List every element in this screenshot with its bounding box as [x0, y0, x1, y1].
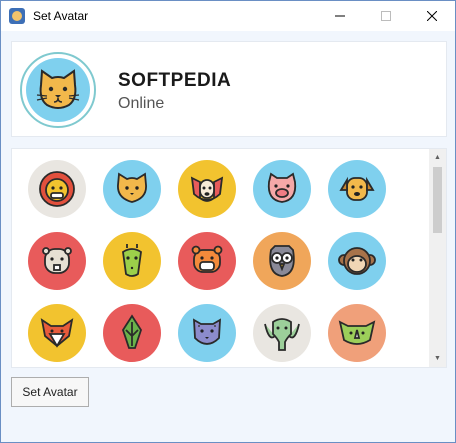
client-area: SOFTPEDIA Online ▲ ▼ Set Avatar	[1, 31, 455, 442]
avatar-option-pig[interactable]	[253, 160, 311, 218]
minimize-button[interactable]	[317, 1, 363, 31]
cat-avatar-icon	[117, 172, 147, 203]
scroll-down-icon: ▼	[434, 355, 441, 362]
set-avatar-window: Set Avatar SOFTPEDIA Online ▲ ▼ Set Avat…	[0, 0, 456, 443]
avatar-option-dog-2[interactable]	[328, 160, 386, 218]
avatar-option-giraffe[interactable]	[103, 232, 161, 290]
cat-avatar-icon	[26, 58, 90, 122]
avatar-option-dog[interactable]	[178, 160, 236, 218]
minimize-icon	[335, 15, 345, 17]
close-icon	[427, 11, 437, 21]
scroll-up-icon: ▲	[434, 154, 441, 161]
close-button[interactable]	[409, 1, 455, 31]
monkey-avatar-icon	[338, 247, 376, 275]
scroll-down-button[interactable]: ▼	[429, 350, 446, 367]
scroll-up-button[interactable]: ▲	[429, 149, 446, 166]
online-status: Online	[118, 95, 165, 112]
beaver-avatar-icon	[42, 247, 72, 274]
giraffe-avatar-icon	[122, 244, 142, 277]
username: SOFTPEDIA	[118, 70, 232, 91]
avatar-option-leopard[interactable]	[178, 304, 236, 362]
parrot-avatar-icon	[122, 314, 142, 349]
rhino-avatar-icon	[338, 320, 376, 345]
caption-buttons	[317, 1, 455, 31]
title-bar[interactable]: Set Avatar	[1, 1, 455, 31]
scroll-thumb[interactable]	[433, 167, 442, 233]
profile-card: SOFTPEDIA Online	[11, 41, 447, 137]
elephant-avatar-icon	[264, 318, 300, 351]
lion-avatar-icon	[39, 171, 75, 207]
vertical-scrollbar[interactable]: ▲ ▼	[429, 149, 446, 367]
dog-avatar-icon	[190, 176, 224, 202]
avatar-gallery[interactable]: ▲ ▼	[11, 148, 447, 368]
set-avatar-button[interactable]: Set Avatar	[11, 377, 89, 407]
avatar-app-icon	[9, 8, 25, 24]
avatar-option-owl[interactable]	[253, 232, 311, 290]
leopard-avatar-icon	[193, 318, 221, 345]
maximize-button[interactable]	[363, 1, 409, 31]
pig-avatar-icon	[267, 172, 297, 203]
dog-2-avatar-icon	[339, 176, 375, 201]
avatar-option-fox[interactable]	[28, 304, 86, 362]
avatar-option-lion[interactable]	[28, 160, 86, 218]
maximize-icon	[381, 11, 391, 21]
avatar-option-tiger[interactable]	[178, 232, 236, 290]
avatar-option-elephant[interactable]	[253, 304, 311, 362]
owl-avatar-icon	[269, 245, 295, 277]
avatar-option-monkey[interactable]	[328, 232, 386, 290]
window-title: Set Avatar	[33, 9, 89, 23]
avatar-grid	[28, 160, 386, 362]
avatar-option-beaver[interactable]	[28, 232, 86, 290]
avatar-option-parrot[interactable]	[103, 304, 161, 362]
avatar-option-cat[interactable]	[103, 160, 161, 218]
avatar-option-rhino[interactable]	[328, 304, 386, 362]
current-avatar	[20, 52, 96, 128]
fox-avatar-icon	[40, 318, 74, 348]
tiger-avatar-icon	[191, 245, 223, 273]
